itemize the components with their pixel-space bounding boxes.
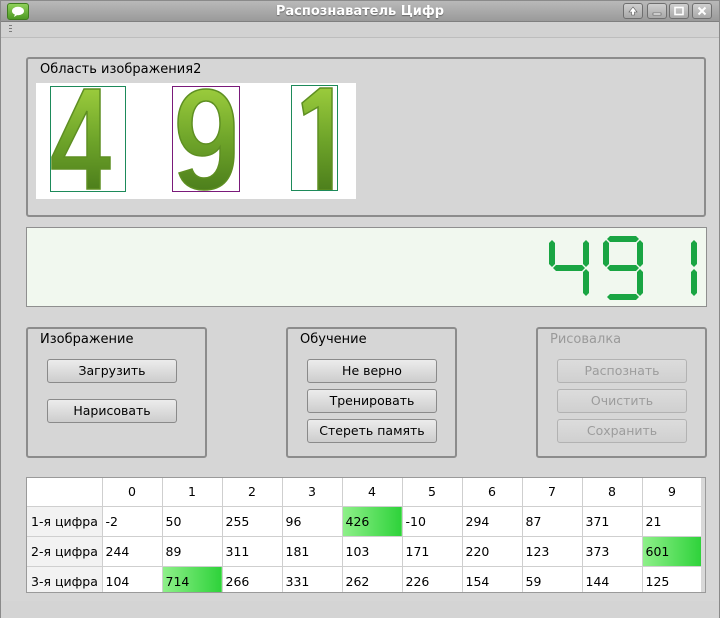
- table-cell[interactable]: 714: [162, 566, 223, 592]
- column-header-5[interactable]: 5: [402, 478, 463, 507]
- results-table[interactable]: 0123456789 1-я цифра -2 50 255 96 426 -10 294 87…: [26, 477, 706, 593]
- table-cell[interactable]: 294: [462, 506, 523, 537]
- training-group-title: Обучение: [300, 332, 367, 347]
- digit-bounding-box-1: [50, 86, 126, 192]
- segment-a-digit-1: [607, 236, 639, 242]
- table-cell[interactable]: 87: [522, 506, 583, 537]
- drawing-group-title: Рисовалка: [550, 332, 622, 347]
- main-window: Распознаватель Цифр Область изображения2: [0, 0, 720, 618]
- table-cell[interactable]: 181: [282, 536, 343, 567]
- table-cell[interactable]: 255: [222, 506, 283, 537]
- save-button[interactable]: Сохранить: [557, 419, 687, 443]
- column-header-7[interactable]: 7: [522, 478, 583, 507]
- column-header-9[interactable]: 9: [642, 478, 703, 507]
- table-row: 2-я цифра 244 89 311 181 103 171 220 123 373 601: [27, 536, 703, 567]
- table-cell[interactable]: 21: [642, 506, 703, 537]
- table-cell[interactable]: 220: [462, 536, 523, 567]
- column-header-2[interactable]: 2: [222, 478, 283, 507]
- table-cell[interactable]: -2: [102, 506, 163, 537]
- table-cell[interactable]: 262: [342, 566, 403, 592]
- column-header-6[interactable]: 6: [462, 478, 523, 507]
- toolbar: [1, 22, 719, 38]
- minimize-button[interactable]: [647, 3, 667, 19]
- table-cell[interactable]: 371: [582, 506, 643, 537]
- minimize-icon: [652, 12, 662, 16]
- column-header-1[interactable]: 1: [162, 478, 223, 507]
- maximize-icon: [674, 6, 684, 16]
- keep-above-button[interactable]: [623, 3, 643, 19]
- digit-bounding-box-2: [172, 86, 240, 192]
- segment-g-digit-1: [607, 265, 639, 271]
- recognize-button[interactable]: Распознать: [557, 359, 687, 383]
- column-header-4[interactable]: 4: [342, 478, 403, 507]
- segment-b-digit-1: [637, 240, 643, 267]
- table-cell[interactable]: 103: [342, 536, 403, 567]
- table-cell[interactable]: 123: [522, 536, 583, 567]
- table-row: 3-я цифра 104 714 266 331 262 226 154 59 144 125: [27, 566, 703, 592]
- draw-image-button[interactable]: Нарисовать: [47, 399, 177, 423]
- title-bar[interactable]: Распознаватель Цифр: [1, 1, 719, 22]
- column-header-3[interactable]: 3: [282, 478, 343, 507]
- table-cell[interactable]: -10: [402, 506, 463, 537]
- table-cell[interactable]: 96: [282, 506, 343, 537]
- toolbar-handle[interactable]: [9, 25, 12, 34]
- segment-c-digit-0: [583, 269, 589, 296]
- column-header-0[interactable]: 0: [102, 478, 163, 507]
- table-cell[interactable]: 104: [102, 566, 163, 592]
- image-group-title: Изображение: [40, 332, 134, 347]
- close-button[interactable]: [692, 3, 712, 19]
- segment-c-digit-2: [691, 269, 697, 296]
- status-bar: [1, 601, 719, 618]
- segment-g-digit-0: [553, 265, 585, 271]
- row-header[interactable]: 1-я цифра: [27, 506, 103, 537]
- segment-b-digit-0: [583, 240, 589, 267]
- lcd-number-display: [26, 227, 707, 307]
- table-cell[interactable]: 125: [642, 566, 703, 592]
- table-cell[interactable]: 89: [162, 536, 223, 567]
- wrong-button[interactable]: Не верно: [307, 359, 437, 383]
- image-canvas: [36, 83, 356, 199]
- train-button[interactable]: Тренировать: [307, 389, 437, 413]
- segment-d-digit-1: [607, 294, 639, 300]
- table-header-row: 0123456789: [27, 478, 703, 507]
- segment-f-digit-0: [549, 240, 555, 267]
- segment-f-digit-1: [603, 240, 609, 267]
- close-icon: [697, 6, 707, 16]
- seven-segment-readout: [549, 236, 697, 300]
- arrow-up-icon: [628, 6, 638, 16]
- table-scrollbar[interactable]: [701, 478, 705, 592]
- table-cell[interactable]: 601: [642, 536, 703, 567]
- table-cell[interactable]: 144: [582, 566, 643, 592]
- table-cell[interactable]: 311: [222, 536, 283, 567]
- table-cell[interactable]: 226: [402, 566, 463, 592]
- window-title: Распознаватель Цифр: [275, 4, 445, 19]
- table-cell[interactable]: 373: [582, 536, 643, 567]
- clear-button[interactable]: Очистить: [557, 389, 687, 413]
- column-header-8[interactable]: 8: [582, 478, 643, 507]
- table-cell[interactable]: 331: [282, 566, 343, 592]
- table-cell[interactable]: 154: [462, 566, 523, 592]
- table-cell[interactable]: 171: [402, 536, 463, 567]
- row-header[interactable]: 2-я цифра: [27, 536, 103, 567]
- table-corner: [27, 478, 103, 507]
- table-cell[interactable]: 426: [342, 506, 403, 537]
- table-cell[interactable]: 59: [522, 566, 583, 592]
- segment-c-digit-1: [637, 269, 643, 296]
- training-group: Обучение Не верно Тренировать Стереть па…: [286, 327, 457, 458]
- row-header[interactable]: 3-я цифра: [27, 566, 103, 592]
- table-cell[interactable]: 244: [102, 536, 163, 567]
- results-grid: 0123456789 1-я цифра -2 50 255 96 426 -10 294 87…: [27, 478, 703, 592]
- drawing-group: Рисовалка Распознать Очистить Сохранить: [536, 327, 707, 458]
- image-group: Изображение Загрузить Нарисовать: [26, 327, 207, 458]
- segment-b-digit-2: [691, 240, 697, 267]
- clear-memory-button[interactable]: Стереть память: [307, 419, 437, 443]
- table-cell[interactable]: 50: [162, 506, 223, 537]
- image-area-title: Область изображения2: [40, 62, 202, 77]
- maximize-button[interactable]: [669, 3, 689, 19]
- table-cell[interactable]: 266: [222, 566, 283, 592]
- load-button[interactable]: Загрузить: [47, 359, 177, 383]
- digit-bounding-box-3: [291, 85, 338, 191]
- table-row: 1-я цифра -2 50 255 96 426 -10 294 87 371 21: [27, 506, 703, 537]
- image-area-group: Область изображения2: [26, 57, 706, 217]
